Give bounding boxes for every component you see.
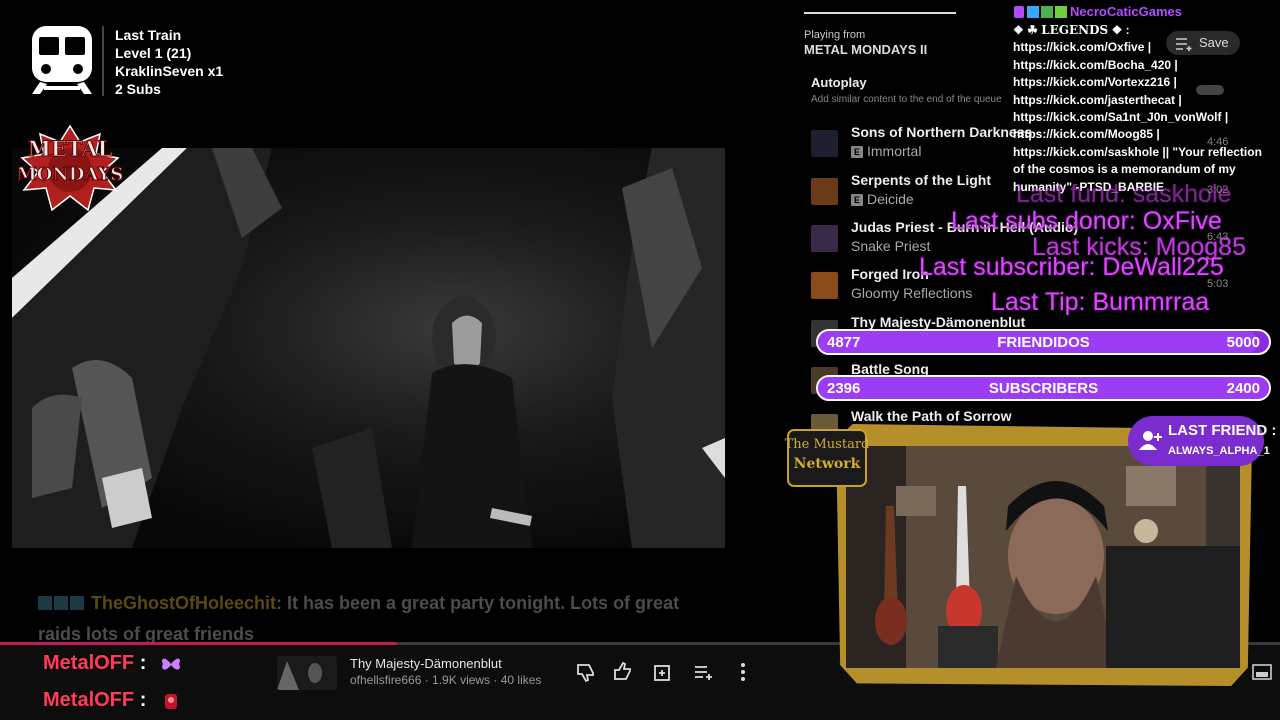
webcam-feed [846,446,1240,668]
last-friend-title: LAST FRIEND : [1168,422,1277,439]
now-playing-thumbnail[interactable] [277,656,337,690]
viewer-name: MetalOFF [43,689,135,711]
train-subs: 2 Subs [115,81,161,97]
subscribers-goal-bar: 2396 SUBSCRIBERS 2400 [816,375,1271,401]
chat-line[interactable]: https://kick.com/Vortexz216 | [1013,74,1280,91]
playlist-item-artist: Deicide [867,191,914,207]
friendidos-goal-bar: 4877 FRIENDIDOS 5000 [816,329,1271,355]
train-level: Level 1 (21) [115,45,192,61]
chat-line[interactable]: https://kick.com/Oxfive | [1013,39,1280,56]
add-to-queue-icon[interactable] [692,660,716,684]
playlist-item-thumbnail[interactable] [811,272,838,299]
red-emote-icon [164,693,177,709]
train-divider [102,26,104,96]
chat-line: of the cosmos is a memorandum of my [1013,162,1236,177]
metal-mondays-logo: METAL MONDAYS [16,124,124,212]
like-icon[interactable] [611,660,635,684]
goal-label: FRIENDIDOS [997,334,1090,351]
chat-overlay-text1: : It has been a great party tonight. Lot… [276,593,680,613]
train-info: Last Train Level 1 (21) KraklinSeven x1 … [115,26,223,98]
playlist-item-artist-row: E Immortal [851,143,921,159]
playlist-item-artist: Gloomy Reflections [851,285,973,301]
playlist-item-thumbnail[interactable] [811,130,838,157]
logo-line2: MONDAYS [18,164,122,185]
train-title: Last Train [115,27,182,43]
legend-icon: ❖ : [1111,23,1130,37]
playing-from-label: Playing from [804,29,866,41]
playlist-item-thumbnail[interactable] [811,225,838,252]
chat-line[interactable]: https://kick.com/Sa1nt_J0n_vonWolf | [1013,109,1280,126]
train-user: KraklinSeven x1 [115,63,224,79]
playlist-item-artist: Immortal [867,143,922,159]
goal-label: SUBSCRIBERS [988,380,1099,397]
chat-overlay-user: TheGhostOfHoleechit [91,593,277,613]
explicit-badge-icon: E [851,146,863,158]
more-options-icon[interactable] [731,660,755,684]
alert-last-fund: Last fund: saskhole [1016,180,1232,208]
dislike-icon[interactable] [574,660,598,684]
chat-overlay-message: TheGhostOfHoleechit: It has been a great… [38,588,758,649]
last-friend-name: ALWAYS_ALPHA_1 [1168,445,1270,457]
playlist-item-artist-row: E Deicide [851,191,914,207]
legend-text: LEGENDS [1041,23,1109,37]
alert-last-subscriber: Last subscriber: DeWall225 [919,253,1224,281]
chat-line[interactable]: https://kick.com/jasterthecat | [1013,92,1280,109]
chat-badge-icons [1014,5,1068,19]
stream-chat-user: NecroCaticGames [1070,4,1182,19]
viewer-row: MetalOFF : [43,689,182,712]
autoplay-label: Autoplay [811,75,867,90]
goal-target: 2400 [1226,380,1260,397]
now-playing-meta: ofhellsfire666 · 1.9K views · 40 likes [350,673,542,687]
network-line2: Network [794,456,861,472]
chat-line[interactable]: https://kick.com/Bocha_420 | [1013,57,1280,74]
mustard-network-logo: The Mustard Network [782,428,872,492]
playlist-item-title: Sons of Northern Darkness [851,124,1033,140]
chat-line[interactable]: https://kick.com/Moog85 | [1013,126,1280,143]
playlist-item-title: Forged Iron [851,266,929,282]
playlist-name[interactable]: METAL MONDAYS II [804,42,927,57]
logo-line1: METAL [28,136,113,161]
viewer-sep: : [139,689,147,711]
chat-line[interactable]: https://kick.com/saskhole || "Your refle… [1013,144,1280,161]
explicit-badge-icon: E [851,194,863,206]
stream-chat-message: ❖ ☘ LEGENDS ❖ : https://kick.com/Oxfive … [1013,22,1280,196]
viewer-sep: : [139,652,147,674]
playlist-item-artist-row: Snake Priest [851,238,930,254]
now-playing-title: Thy Majesty-Dämonenblut [350,656,502,671]
playlist-item-artist: Snake Priest [851,238,931,254]
playlist-item-thumbnail[interactable] [811,178,838,205]
alert-last-tip: Last Tip: Bummrraa [991,288,1210,316]
legend-icon: ❖ ☘ [1013,23,1038,37]
playlist-item-title: Walk the Path of Sorrow [851,408,1012,424]
viewer-row: MetalOFF : [43,652,182,675]
playlist-item-title: Serpents of the Light [851,172,991,188]
playlist-divider [804,12,956,14]
goal-target: 5000 [1226,334,1260,351]
butterfly-emote-icon [161,658,180,670]
playlist-item-artist-row: Gloomy Reflections [851,285,972,301]
train-icon [30,24,94,96]
autoplay-description: Add similar content to the end of the qu… [811,94,1002,105]
network-line1: The Mustard [785,437,870,452]
save-to-playlist-icon[interactable] [651,660,675,684]
chat-badges [38,589,86,619]
add-friend-icon [1139,431,1162,450]
fullscreen-icon[interactable] [1252,664,1272,680]
viewer-name: MetalOFF [43,652,135,674]
last-friend-badge: LAST FRIEND : ALWAYS_ALPHA_1 [1128,416,1276,466]
alert-last-subs-donor: Last subs donor: OxFive [951,207,1222,235]
